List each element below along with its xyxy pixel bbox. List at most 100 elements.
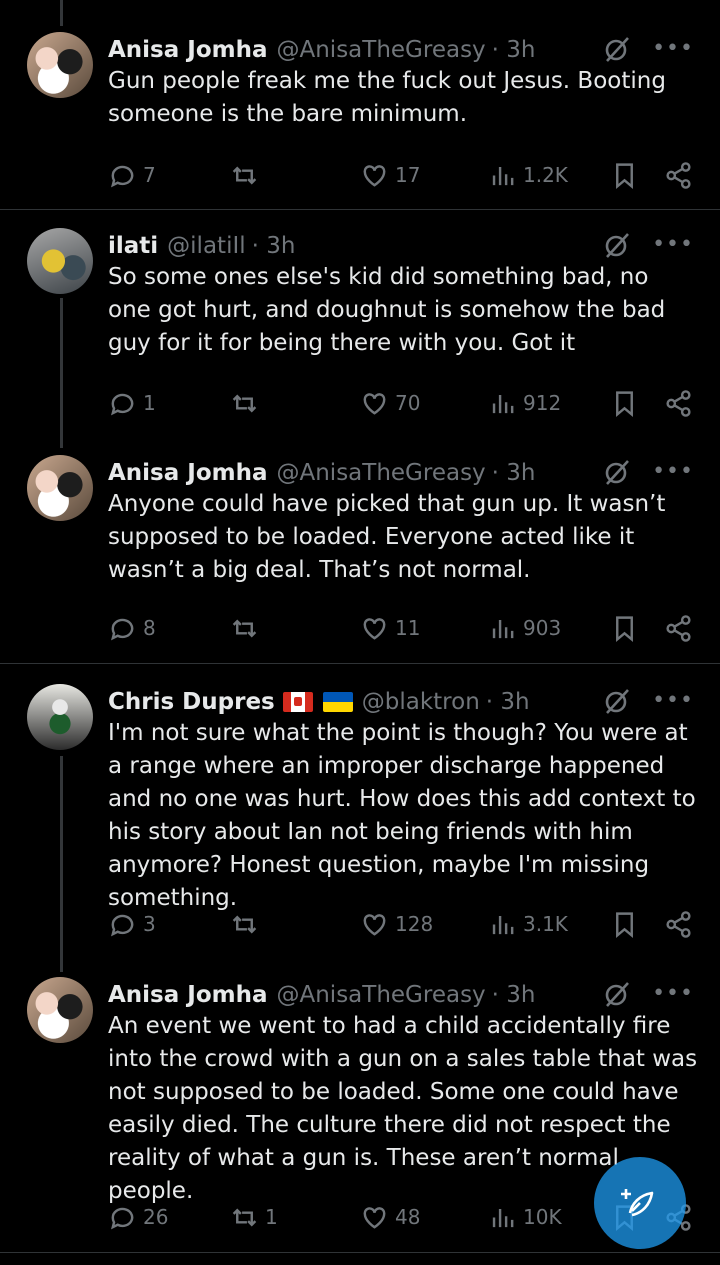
share-button[interactable] <box>664 157 699 193</box>
action-bar: 7 17 1.2K <box>108 157 698 193</box>
reply-icon <box>111 914 134 936</box>
retweet-button[interactable] <box>230 906 265 942</box>
share-button[interactable] <box>664 906 699 942</box>
retweet-button[interactable] <box>230 610 265 646</box>
avatar[interactable] <box>27 455 93 521</box>
share-button[interactable] <box>664 385 699 421</box>
avatar[interactable] <box>27 684 93 750</box>
action-bar: 3 128 3.1K <box>108 906 698 942</box>
display-name[interactable]: Chris Dupres <box>108 689 275 715</box>
display-name[interactable]: Anisa Jomha <box>108 460 268 486</box>
grok-icon[interactable] <box>602 686 632 716</box>
handle[interactable]: @blaktron <box>362 689 480 715</box>
timestamp[interactable]: · 3h <box>492 982 536 1008</box>
reply-button[interactable]: 3 <box>108 906 156 942</box>
share-icon <box>666 614 691 642</box>
reply-button[interactable]: 1 <box>108 385 156 421</box>
views-button[interactable]: 10K <box>488 1199 562 1235</box>
like-icon <box>363 1206 386 1229</box>
grok-icon[interactable] <box>602 979 632 1009</box>
reply-icon <box>111 165 134 187</box>
retweet-count: 1 <box>265 1205 278 1229</box>
tweet-header: Anisa Jomha @AnisaTheGreasy · 3h <box>108 32 536 68</box>
avatar[interactable] <box>27 32 93 98</box>
handle[interactable]: @AnisaTheGreasy <box>277 460 486 486</box>
retweet-button[interactable]: 1 <box>230 1199 278 1235</box>
views-button[interactable]: 912 <box>488 385 561 421</box>
canada-flag-icon <box>282 692 313 712</box>
retweet-icon <box>232 166 257 184</box>
views-icon <box>492 1208 514 1227</box>
reply-count: 26 <box>143 1205 169 1229</box>
divider <box>0 209 720 210</box>
bookmark-icon <box>616 911 633 938</box>
views-count: 912 <box>523 391 562 415</box>
like-count: 11 <box>395 616 421 640</box>
like-button[interactable]: 17 <box>360 157 420 193</box>
like-count: 48 <box>395 1205 421 1229</box>
views-icon <box>492 619 514 638</box>
reply-button[interactable]: 26 <box>108 1199 168 1235</box>
views-button[interactable]: 1.2K <box>488 157 568 193</box>
timestamp[interactable]: · 3h <box>492 37 536 63</box>
more-icon[interactable]: ••• <box>652 234 694 256</box>
retweet-icon <box>232 1208 257 1226</box>
compose-icon <box>621 1189 654 1217</box>
like-button[interactable]: 128 <box>360 906 433 942</box>
reply-button[interactable]: 8 <box>108 610 156 646</box>
display-name[interactable]: ilati <box>108 233 158 259</box>
like-count: 17 <box>395 163 421 187</box>
retweet-icon <box>232 394 257 412</box>
handle[interactable]: @AnisaTheGreasy <box>277 37 486 63</box>
more-icon[interactable]: ••• <box>652 690 694 712</box>
bookmark-button[interactable] <box>610 610 645 646</box>
share-icon <box>666 910 691 938</box>
tweet[interactable]: ilati @ilatiIl · 3h ••• So some ones els… <box>0 228 720 428</box>
tweet-text: Anyone could have picked that gun up. It… <box>108 491 666 583</box>
bookmark-button[interactable] <box>610 385 645 421</box>
avatar[interactable] <box>27 228 93 294</box>
share-icon <box>666 161 691 189</box>
like-button[interactable]: 70 <box>360 385 420 421</box>
reply-button[interactable]: 7 <box>108 157 156 193</box>
views-icon <box>492 915 514 934</box>
compose-button[interactable] <box>594 1157 686 1249</box>
retweet-button[interactable] <box>230 385 265 421</box>
grok-icon[interactable] <box>602 230 632 260</box>
display-name[interactable]: Anisa Jomha <box>108 982 268 1008</box>
bookmark-icon <box>616 162 633 189</box>
more-icon[interactable]: ••• <box>652 983 694 1005</box>
tweet-header: Chris Dupres @blaktron · 3h <box>108 684 530 720</box>
tweet[interactable]: Anisa Jomha @AnisaTheGreasy · 3h ••• Gun… <box>0 32 720 210</box>
more-icon[interactable]: ••• <box>652 38 694 60</box>
reply-icon <box>111 393 134 415</box>
grok-icon[interactable] <box>602 34 632 64</box>
retweet-button[interactable] <box>230 157 265 193</box>
bookmark-button[interactable] <box>610 157 645 193</box>
tweet-header: Anisa Jomha @AnisaTheGreasy · 3h <box>108 977 536 1013</box>
avatar[interactable] <box>27 977 93 1043</box>
tweet-text: Gun people freak me the fuck out Jesus. … <box>108 68 666 127</box>
tweet-text: So some ones else's kid did something ba… <box>108 264 666 356</box>
bookmark-icon <box>616 615 633 642</box>
views-button[interactable]: 903 <box>488 610 561 646</box>
timestamp[interactable]: · 3h <box>492 460 536 486</box>
like-button[interactable]: 11 <box>360 610 420 646</box>
tweet[interactable]: Anisa Jomha @AnisaTheGreasy · 3h ••• Any… <box>0 455 720 655</box>
share-button[interactable] <box>664 610 699 646</box>
bookmark-button[interactable] <box>610 906 645 942</box>
display-name[interactable]: Anisa Jomha <box>108 37 268 63</box>
divider <box>0 663 720 664</box>
timestamp[interactable]: · 3h <box>486 689 530 715</box>
tweet-header: Anisa Jomha @AnisaTheGreasy · 3h <box>108 455 536 491</box>
reply-count: 1 <box>143 391 156 415</box>
views-button[interactable]: 3.1K <box>488 906 568 942</box>
handle[interactable]: @AnisaTheGreasy <box>277 982 486 1008</box>
handle[interactable]: @ilatiIl <box>167 233 245 259</box>
tweet[interactable]: Chris Dupres @blaktron · 3h ••• I'm not … <box>0 684 720 944</box>
timestamp[interactable]: · 3h <box>252 233 296 259</box>
grok-icon[interactable] <box>602 457 632 487</box>
like-button[interactable]: 48 <box>360 1199 420 1235</box>
more-icon[interactable]: ••• <box>652 461 694 483</box>
reply-count: 3 <box>143 912 156 936</box>
